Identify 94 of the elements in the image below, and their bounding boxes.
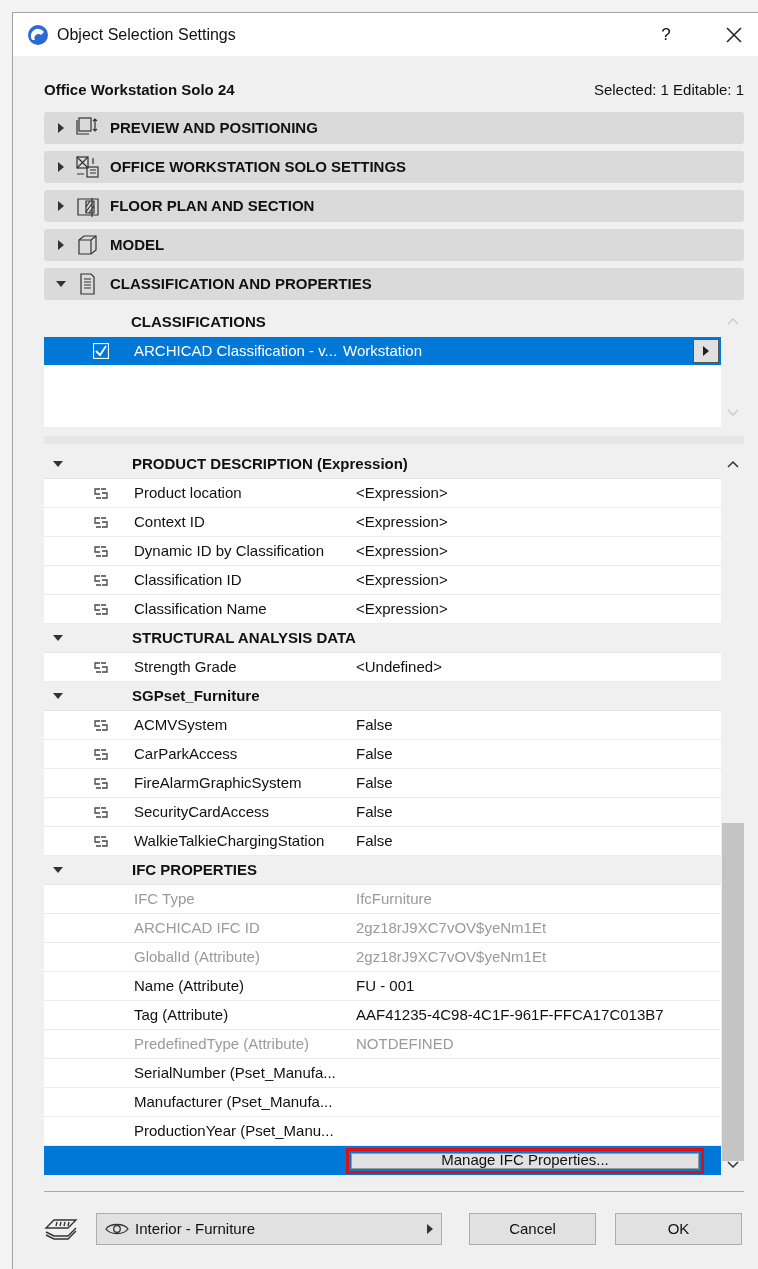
property-value: NOTDEFINED [356,1033,454,1054]
property-value: False [356,801,393,822]
property-value: False [356,772,393,793]
property-value: <Expression> [356,598,448,619]
property-name: GlobalId (Attribute) [134,946,261,967]
classification-name: ARCHICAD Classification - v... [134,340,338,361]
property-group-header[interactable]: STRUCTURAL ANALYSIS DATA [44,624,721,653]
property-name: SecurityCardAccess [134,801,271,822]
section-header[interactable]: PREVIEW AND POSITIONING [44,112,744,144]
section-header[interactable]: FLOOR PLAN AND SECTION [44,190,744,222]
property-name: Context ID [134,511,206,532]
property-value: 2gz18rJ9XC7vOV$yeNm1Et [356,946,547,967]
expand-arrow-icon[interactable] [58,201,64,211]
close-icon[interactable] [726,26,742,43]
property-name: Product location [134,482,243,503]
property-name: Classification ID [134,569,243,590]
property-name: Tag (Attribute) [134,1004,230,1025]
scroll-up-icon [726,460,739,468]
scroll-down-icon [726,1161,739,1169]
window-title: Object Selection Settings [57,24,237,45]
property-name: Classification Name [134,598,268,619]
link-icon [94,661,108,673]
collapse-arrow-icon[interactable] [53,693,63,699]
link-icon [94,748,108,760]
property-name: WalkieTalkieChargingStation [134,830,326,851]
section-header[interactable]: CLASSIFICATION AND PROPERTIES [44,268,744,300]
property-group-header[interactable]: SGPset_Furniture [44,682,721,711]
manage-ifc-properties-button[interactable]: Manage IFC Properties... [351,1152,699,1169]
settings-icon [76,156,100,178]
property-name: Dynamic ID by Classification [134,540,326,561]
property-name: FireAlarmGraphicSystem [134,772,303,793]
property-name: ARCHICAD IFC ID [134,917,261,938]
property-name: IFC Type [134,888,196,909]
property-value: <Expression> [356,540,448,561]
property-name: SerialNumber (Pset_Manufa... [134,1062,337,1083]
property-name: Strength Grade [134,656,238,677]
column-heading: CLASSIFICATIONS [131,311,266,332]
property-value: False [356,830,393,851]
layers-icon[interactable] [44,1216,78,1242]
expand-arrow-icon[interactable] [58,123,64,133]
expand-arrow-icon[interactable] [58,162,64,172]
dialog-button[interactable]: Cancel [469,1213,596,1245]
eye-icon [105,1222,129,1236]
property-value: False [356,743,393,764]
app-logo-icon [27,23,49,46]
property-value: <Undefined> [356,656,442,677]
picker-button[interactable] [693,339,719,363]
dialog-button[interactable]: OK [615,1213,742,1245]
collapse-arrow-icon[interactable] [56,281,66,287]
collapse-arrow-icon[interactable] [53,461,63,467]
link-icon [94,806,108,818]
section-header[interactable]: OFFICE WORKSTATION SOLO SETTINGS [44,151,744,183]
property-name: CarParkAccess [134,743,239,764]
caret-icon [427,1224,433,1234]
scroll-up-icon [726,317,739,325]
floor-plan-icon [76,195,100,217]
property-value: AAF41235-4C98-4C1F-961F-FFCA17C013B7 [356,1004,664,1025]
property-group-header[interactable]: PRODUCT DESCRIPTION (Expression) [44,450,721,479]
cube-icon [76,234,100,256]
property-name: Name (Attribute) [134,975,246,996]
property-value: IfcFurniture [356,888,432,909]
expand-arrow-icon[interactable] [58,240,64,250]
property-name: ACMVSystem [134,714,229,735]
property-value: <Expression> [356,482,448,503]
property-value: False [356,714,393,735]
property-value: <Expression> [356,511,448,532]
property-name: PredefinedType (Attribute) [134,1033,311,1054]
property-value: 2gz18rJ9XC7vOV$yeNm1Et [356,917,547,938]
scroll-down-icon [726,409,739,417]
scrollbar-thumb[interactable] [721,823,744,1161]
link-icon [94,835,108,847]
object-name: Office Workstation Solo 24 [44,79,235,100]
link-icon [94,719,108,731]
link-icon [94,603,108,615]
property-value: <Expression> [356,569,448,590]
help-button[interactable]: ? [656,21,676,48]
classification-value: Workstation [343,340,423,361]
property-value: FU - 001 [356,975,415,996]
collapse-arrow-icon[interactable] [53,635,63,641]
property-name: ProductionYear (Pset_Manu... [134,1120,335,1141]
property-name: Manufacturer (Pset_Manufa... [134,1091,334,1112]
collapse-arrow-icon[interactable] [53,867,63,873]
link-icon [94,516,108,528]
link-icon [94,545,108,557]
link-icon [94,574,108,586]
property-group-header[interactable]: IFC PROPERTIES [44,856,721,885]
link-icon [94,487,108,499]
selection-info: Selected: 1 Editable: 1 [593,79,744,100]
classification-row[interactable]: ARCHICAD Classification - v... Workstation [44,337,721,365]
link-icon [94,777,108,789]
layer-dropdown[interactable]: Interior - Furniture [96,1213,442,1245]
caret-icon [703,346,709,356]
checkbox[interactable] [93,343,109,359]
section-header[interactable]: MODEL [44,229,744,261]
